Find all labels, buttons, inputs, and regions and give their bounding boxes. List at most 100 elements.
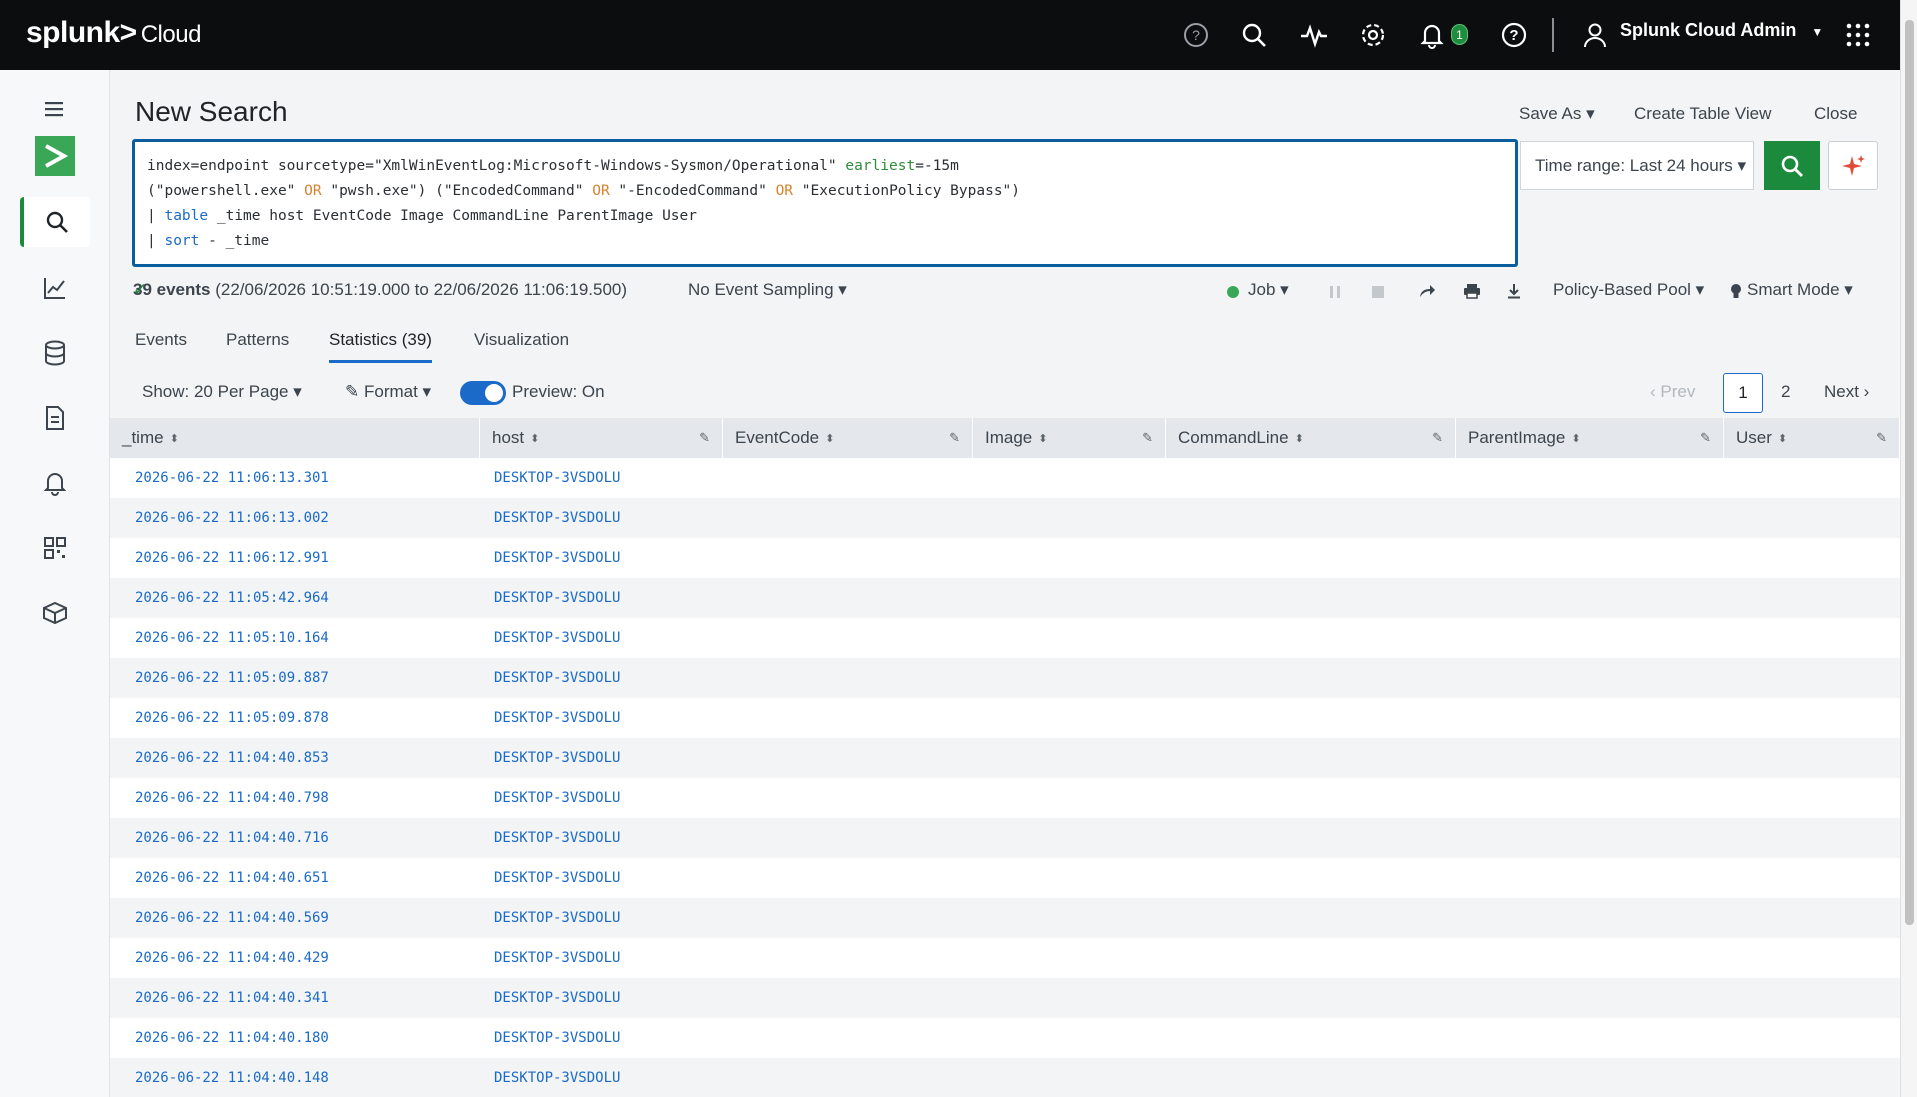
sort-icon[interactable]: ⬍ [1571,432,1580,445]
sidebar-item-alerts[interactable] [20,458,90,508]
time-cell[interactable]: 2026-06-22 11:04:40.853 [135,750,329,766]
column-header-parentimage[interactable]: ParentImage ⬍ ✎ [1456,418,1724,458]
time-cell[interactable]: 2026-06-22 11:04:40.180 [135,1030,329,1046]
column-header-user[interactable]: User ⬍ ✎ [1724,418,1900,458]
create-table-view-button[interactable]: Create Table View [1634,104,1771,124]
time-cell[interactable]: 2026-06-22 11:04:40.569 [135,910,329,926]
page-1-button[interactable]: 1 [1723,373,1763,413]
edit-column-icon[interactable]: ✎ [949,430,960,446]
host-cell[interactable]: DESKTOP-3VSDOLU [494,1070,620,1086]
activity-icon[interactable] [1297,18,1331,52]
edit-column-icon[interactable]: ✎ [699,430,710,446]
job-menu[interactable]: Job ▾ [1248,280,1289,300]
prev-page-button[interactable]: ‹ Prev [1650,382,1695,402]
stop-icon[interactable] [1371,284,1385,304]
page-scrollbar[interactable] [1900,0,1917,1097]
next-page-button[interactable]: Next › [1824,382,1869,402]
time-cell[interactable]: 2026-06-22 11:05:09.878 [135,710,329,726]
sidebar-item-reports[interactable] [20,393,90,443]
host-cell[interactable]: DESKTOP-3VSDOLU [494,990,620,1006]
time-cell[interactable]: 2026-06-22 11:05:09.887 [135,670,329,686]
time-cell[interactable]: 2026-06-22 11:06:13.002 [135,510,329,526]
policy-based-pool-dropdown[interactable]: Policy-Based Pool ▾ [1553,280,1704,300]
user-icon[interactable] [1578,18,1612,52]
time-cell[interactable]: 2026-06-22 11:04:40.798 [135,790,329,806]
print-icon[interactable] [1463,283,1481,304]
time-cell[interactable]: 2026-06-22 11:04:40.429 [135,950,329,966]
scrollbar-thumb[interactable] [1905,20,1914,925]
ai-assistant-button[interactable] [1828,141,1878,190]
tab-patterns[interactable]: Patterns [226,330,289,350]
edit-column-icon[interactable]: ✎ [1432,430,1443,446]
gear-icon[interactable] [1356,18,1390,52]
host-cell[interactable]: DESKTOP-3VSDOLU [494,950,620,966]
sidebar-item-datasets[interactable] [20,328,90,378]
preview-toggle[interactable] [460,381,506,405]
sidebar-item-search[interactable] [20,197,90,247]
host-cell[interactable]: DESKTOP-3VSDOLU [494,830,620,846]
column-header-image[interactable]: Image ⬍ ✎ [973,418,1166,458]
help-circle-icon[interactable]: ? [1179,18,1213,52]
host-cell[interactable]: DESKTOP-3VSDOLU [494,750,620,766]
host-cell[interactable]: DESKTOP-3VSDOLU [494,790,620,806]
column-header-host[interactable]: host ⬍ ✎ [480,418,723,458]
host-cell[interactable]: DESKTOP-3VSDOLU [494,910,620,926]
sort-icon[interactable]: ⬍ [1778,432,1787,445]
event-sampling-dropdown[interactable]: No Event Sampling ▾ [688,280,847,300]
column-header-commandline[interactable]: CommandLine ⬍ ✎ [1166,418,1456,458]
search-query-editor[interactable]: index=endpoint sourcetype="XmlWinEventLo… [132,139,1518,267]
host-cell[interactable]: DESKTOP-3VSDOLU [494,470,620,486]
time-cell[interactable]: 2026-06-22 11:06:13.301 [135,470,329,486]
host-cell[interactable]: DESKTOP-3VSDOLU [494,590,620,606]
user-menu[interactable]: Splunk Cloud Admin ▼ [1620,20,1823,41]
time-cell[interactable]: 2026-06-22 11:05:10.164 [135,630,329,646]
tab-visualization[interactable]: Visualization [474,330,569,350]
host-cell[interactable]: DESKTOP-3VSDOLU [494,710,620,726]
question-icon[interactable]: ? [1497,18,1531,52]
time-cell[interactable]: 2026-06-22 11:05:42.964 [135,590,329,606]
bell-icon[interactable] [1415,18,1449,52]
export-download-icon[interactable] [1506,283,1522,304]
splunk-cloud-logo[interactable]: splunk> Cloud [26,16,201,50]
sort-icon[interactable]: ⬍ [825,432,834,445]
search-mode-dropdown[interactable]: Smart Mode ▾ [1747,280,1853,300]
run-search-button[interactable] [1764,141,1820,190]
host-cell[interactable]: DESKTOP-3VSDOLU [494,1030,620,1046]
time-cell[interactable]: 2026-06-22 11:04:40.148 [135,1070,329,1086]
save-as-button[interactable]: Save As ▾ [1519,104,1595,124]
search-app-logo-icon[interactable] [35,136,75,176]
column-header-time[interactable]: _time ⬍ [110,418,480,458]
column-header-eventcode[interactable]: EventCode ⬍ ✎ [723,418,973,458]
time-cell[interactable]: 2026-06-22 11:06:12.991 [135,550,329,566]
sidebar-item-apps[interactable] [20,588,90,638]
host-cell[interactable]: DESKTOP-3VSDOLU [494,550,620,566]
rows-per-page-dropdown[interactable]: Show: 20 Per Page ▾ [142,382,302,402]
host-cell[interactable]: DESKTOP-3VSDOLU [494,870,620,886]
time-range-picker[interactable]: Time range: Last 24 hours ▾ [1520,141,1754,190]
page-2-button[interactable]: 2 [1781,382,1790,402]
edit-column-icon[interactable]: ✎ [1876,430,1887,446]
share-icon[interactable] [1418,283,1436,304]
hamburger-menu-icon[interactable] [20,84,90,134]
search-icon[interactable] [1237,18,1271,52]
sort-icon[interactable]: ⬍ [1038,432,1047,445]
edit-column-icon[interactable]: ✎ [1700,430,1711,446]
time-cell[interactable]: 2026-06-22 11:04:40.341 [135,990,329,1006]
app-grid-icon[interactable] [1841,18,1875,52]
tab-statistics[interactable]: Statistics (39) [329,330,432,363]
pause-icon[interactable] [1328,284,1342,304]
time-cell[interactable]: 2026-06-22 11:04:40.651 [135,870,329,886]
format-menu[interactable]: ✎ Format ▾ [345,382,431,402]
host-cell[interactable]: DESKTOP-3VSDOLU [494,510,620,526]
sort-icon[interactable]: ⬍ [170,432,179,445]
tab-events[interactable]: Events [135,330,187,350]
sort-icon[interactable]: ⬍ [530,432,539,445]
host-cell[interactable]: DESKTOP-3VSDOLU [494,670,620,686]
time-cell[interactable]: 2026-06-22 11:04:40.716 [135,830,329,846]
edit-column-icon[interactable]: ✎ [1142,430,1153,446]
host-cell[interactable]: DESKTOP-3VSDOLU [494,630,620,646]
close-button[interactable]: Close [1814,104,1857,124]
sidebar-item-analytics[interactable] [20,263,90,313]
sort-icon[interactable]: ⬍ [1295,432,1304,445]
sidebar-item-dashboards[interactable] [20,523,90,573]
